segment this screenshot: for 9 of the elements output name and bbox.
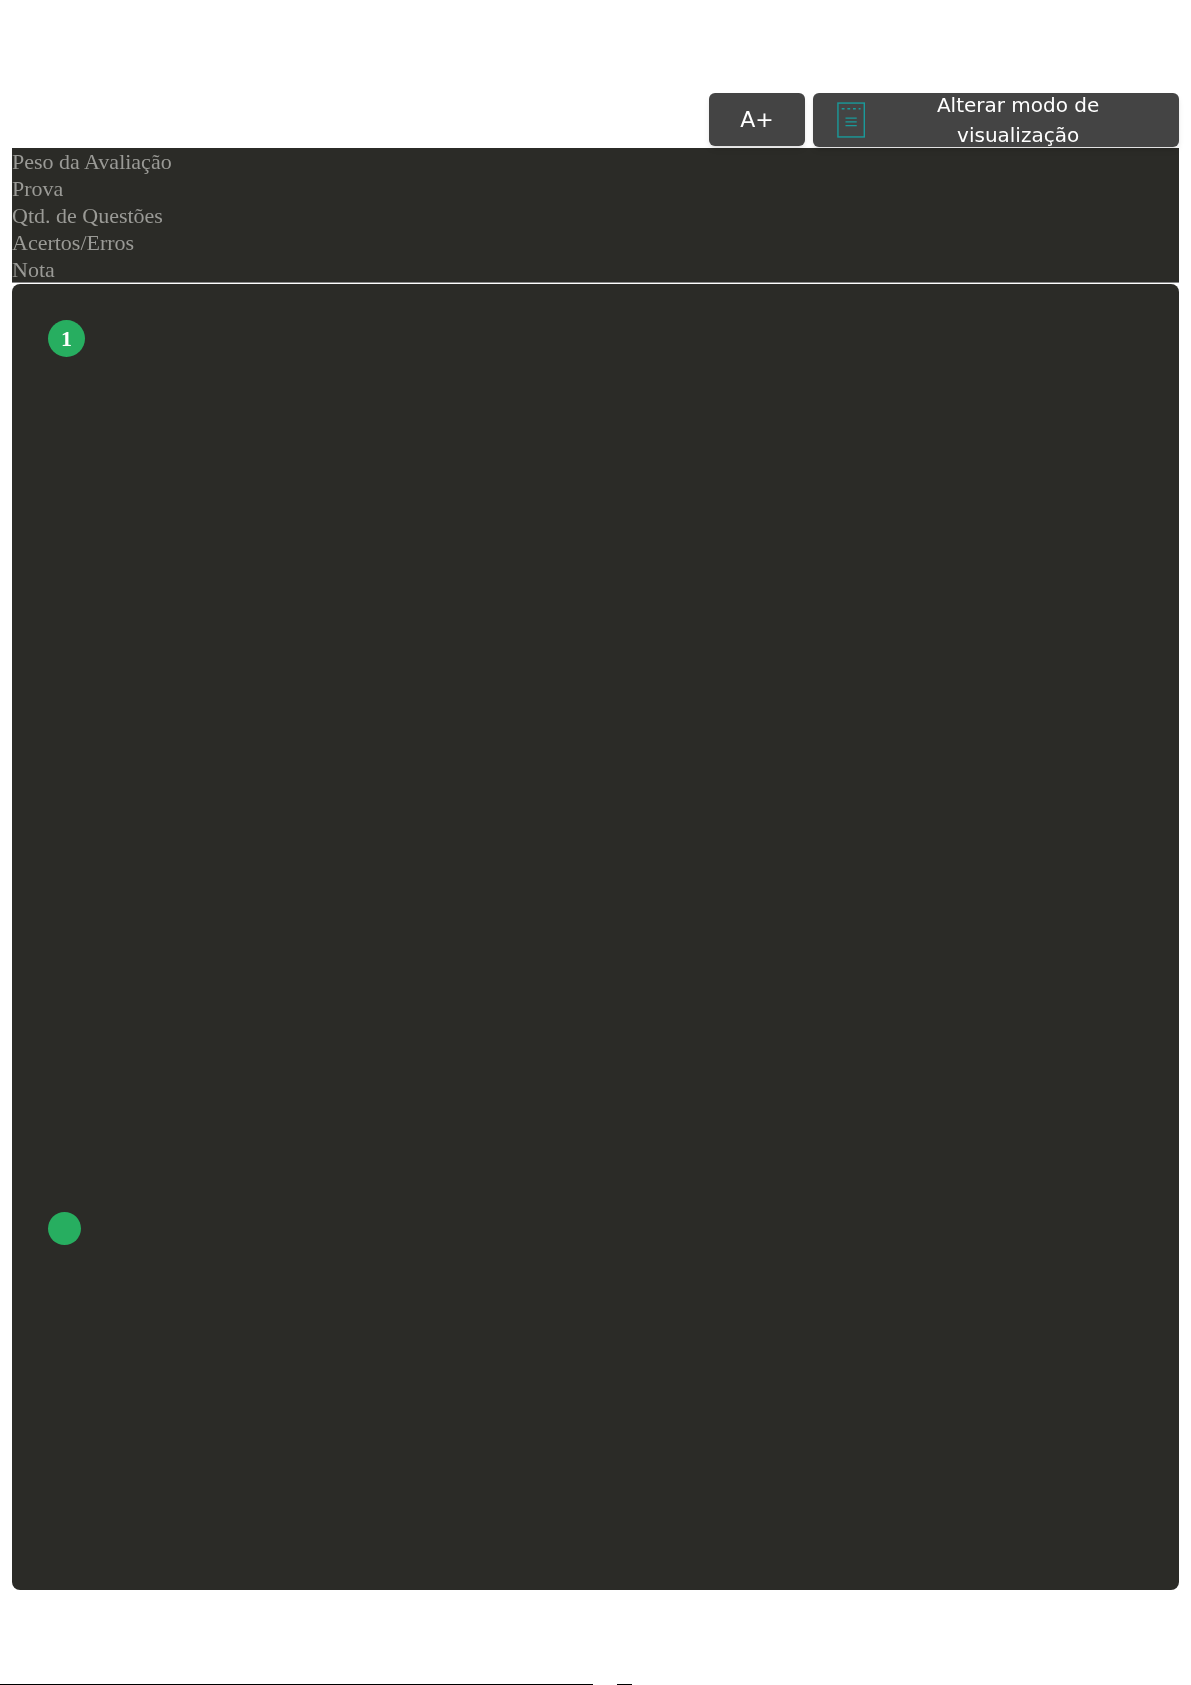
- question-number-badge: 1: [48, 320, 85, 357]
- header-label: Peso da Avaliação: [12, 148, 173, 175]
- header-label: Nota: [12, 256, 56, 283]
- font-size-button[interactable]: A+: [709, 93, 805, 146]
- document-icon: [837, 101, 866, 139]
- view-mode-button[interactable]: Alterar modo de visualização: [813, 93, 1179, 147]
- header-label: Prova: [12, 175, 65, 202]
- header-label: Acertos/Erros: [12, 229, 136, 256]
- header-label: Qtd. de Questões: [12, 202, 164, 229]
